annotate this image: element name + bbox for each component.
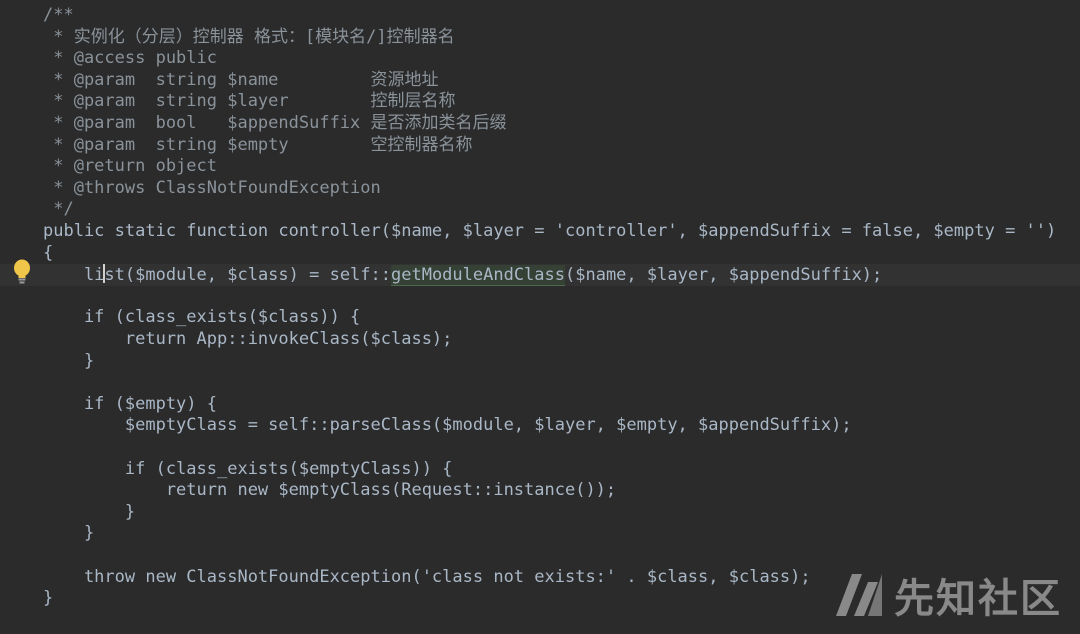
highlighted-symbol[interactable]: getModuleAndClass — [391, 265, 565, 287]
code-line[interactable]: if ($empty) { — [0, 394, 1080, 416]
code-text: /** — [43, 5, 74, 27]
doc-comment-text: */ — [43, 199, 74, 220]
code-line[interactable]: if (class_exists($emptyClass)) { — [0, 459, 1080, 481]
code-text: } — [43, 523, 94, 545]
doc-comment-text: * @param bool $appendSuffix 是否添加类名后缀 — [43, 113, 507, 133]
code-token: if ($empty) { — [43, 393, 217, 414]
code-line[interactable]: * @param bool $appendSuffix 是否添加类名后缀 — [0, 113, 1080, 135]
code-line[interactable]: public static function controller($name,… — [0, 221, 1080, 243]
code-line[interactable]: * @param string $empty 空控制器名称 — [0, 135, 1080, 157]
code-line[interactable]: * @return object — [0, 156, 1080, 178]
doc-comment-text: * @return object — [43, 156, 217, 177]
doc-comment-text: /** — [43, 5, 74, 25]
code-text: } — [43, 351, 94, 373]
code-text: if (class_exists($class)) { — [43, 307, 360, 329]
code-line[interactable]: * @param string $name 资源地址 — [0, 70, 1080, 92]
code-editor[interactable]: /** * 实例化（分层）控制器 格式：[模块名/]控制器名 * @access… — [0, 0, 1080, 634]
code-token: if (class_exists($emptyClass)) { — [43, 458, 453, 479]
code-line[interactable]: $emptyClass = self::parseClass($module, … — [0, 415, 1080, 437]
code-text: * @param bool $appendSuffix 是否添加类名后缀 — [43, 113, 507, 135]
code-text: if ($empty) { — [43, 394, 217, 416]
code-text: } — [43, 588, 53, 610]
code-token: li — [43, 265, 105, 286]
code-token: return new $emptyClass(Request::instance… — [43, 480, 617, 501]
code-text: return new $emptyClass(Request::instance… — [43, 480, 616, 502]
xianzhi-logo-icon — [836, 574, 882, 616]
code-token: } — [43, 588, 54, 609]
code-line[interactable]: * @access public — [0, 48, 1080, 70]
code-token: } — [43, 350, 95, 371]
code-token: st($module, $class) = self:: — [104, 265, 391, 286]
doc-comment-text: * @param string $layer 控制层名称 — [43, 91, 456, 112]
code-line[interactable]: } — [0, 351, 1080, 373]
doc-comment-text: * @access public — [43, 48, 217, 69]
code-text: public static function controller($name,… — [43, 221, 1056, 243]
code-line[interactable] — [0, 372, 1080, 394]
code-token: } — [43, 501, 136, 522]
code-text: { — [43, 243, 53, 265]
code-token: if (class_exists($class)) { — [43, 307, 361, 328]
code-line[interactable]: return App::invokeClass($class); — [0, 329, 1080, 351]
code-text: * @access public — [43, 48, 217, 70]
code-line[interactable]: } — [0, 523, 1080, 545]
code-line[interactable]: { — [0, 243, 1080, 265]
code-line[interactable]: * @throws ClassNotFoundException — [0, 178, 1080, 200]
code-line[interactable]: return new $emptyClass(Request::instance… — [0, 480, 1080, 502]
code-text: $emptyClass = self::parseClass($module, … — [43, 415, 852, 437]
code-text: } — [43, 502, 135, 524]
code-line-current[interactable]: list($module, $class) = self::getModuleA… — [0, 264, 1080, 287]
code-text: list($module, $class) = self::getModuleA… — [43, 264, 882, 287]
code-token: $emptyClass = self::parseClass($module, … — [43, 415, 852, 436]
code-text: */ — [43, 199, 74, 221]
code-token: return App::invokeClass($class); — [43, 329, 453, 349]
code-line[interactable]: } — [0, 502, 1080, 524]
code-text: * @param string $layer 控制层名称 — [43, 91, 456, 113]
doc-comment-text: * 实例化（分层）控制器 格式：[模块名/]控制器名 — [43, 26, 455, 47]
code-token: ($name, $layer, $appendSuffix); — [565, 265, 883, 286]
doc-comment-text: * @param string $name 资源地址 — [43, 69, 439, 90]
code-text: return App::invokeClass($class); — [43, 329, 453, 351]
doc-comment-text: * @throws ClassNotFoundException — [43, 177, 381, 198]
code-text: * @param string $empty 空控制器名称 — [43, 134, 473, 157]
code-line[interactable] — [0, 437, 1080, 459]
code-line[interactable]: * 实例化（分层）控制器 格式：[模块名/]控制器名 — [0, 27, 1080, 49]
code-text: * @return object — [43, 156, 217, 178]
code-text: * @throws ClassNotFoundException — [43, 178, 381, 200]
code-text: * 实例化（分层）控制器 格式：[模块名/]控制器名 — [43, 26, 455, 49]
code-text: * @param string $name 资源地址 — [43, 69, 439, 92]
code-line[interactable]: if (class_exists($class)) { — [0, 307, 1080, 329]
watermark-text: 先知社区 — [894, 576, 1062, 622]
code-line[interactable]: */ — [0, 199, 1080, 221]
code-line[interactable]: /** — [0, 5, 1080, 27]
code-line[interactable] — [0, 545, 1080, 567]
code-line[interactable] — [0, 286, 1080, 308]
code-token: { — [43, 242, 54, 263]
code-token: public static function controller($name,… — [43, 221, 1057, 241]
code-token: throw new ClassNotFoundException('class … — [43, 566, 811, 587]
watermark: 先知社区 — [834, 566, 1062, 624]
code-line[interactable]: * @param string $layer 控制层名称 — [0, 91, 1080, 113]
doc-comment-text: * @param string $empty 空控制器名称 — [43, 134, 473, 155]
lightbulb-icon[interactable] — [12, 259, 32, 285]
code-token: } — [43, 523, 95, 544]
code-text: if (class_exists($emptyClass)) { — [43, 458, 453, 481]
code-text: throw new ClassNotFoundException('class … — [43, 567, 811, 589]
